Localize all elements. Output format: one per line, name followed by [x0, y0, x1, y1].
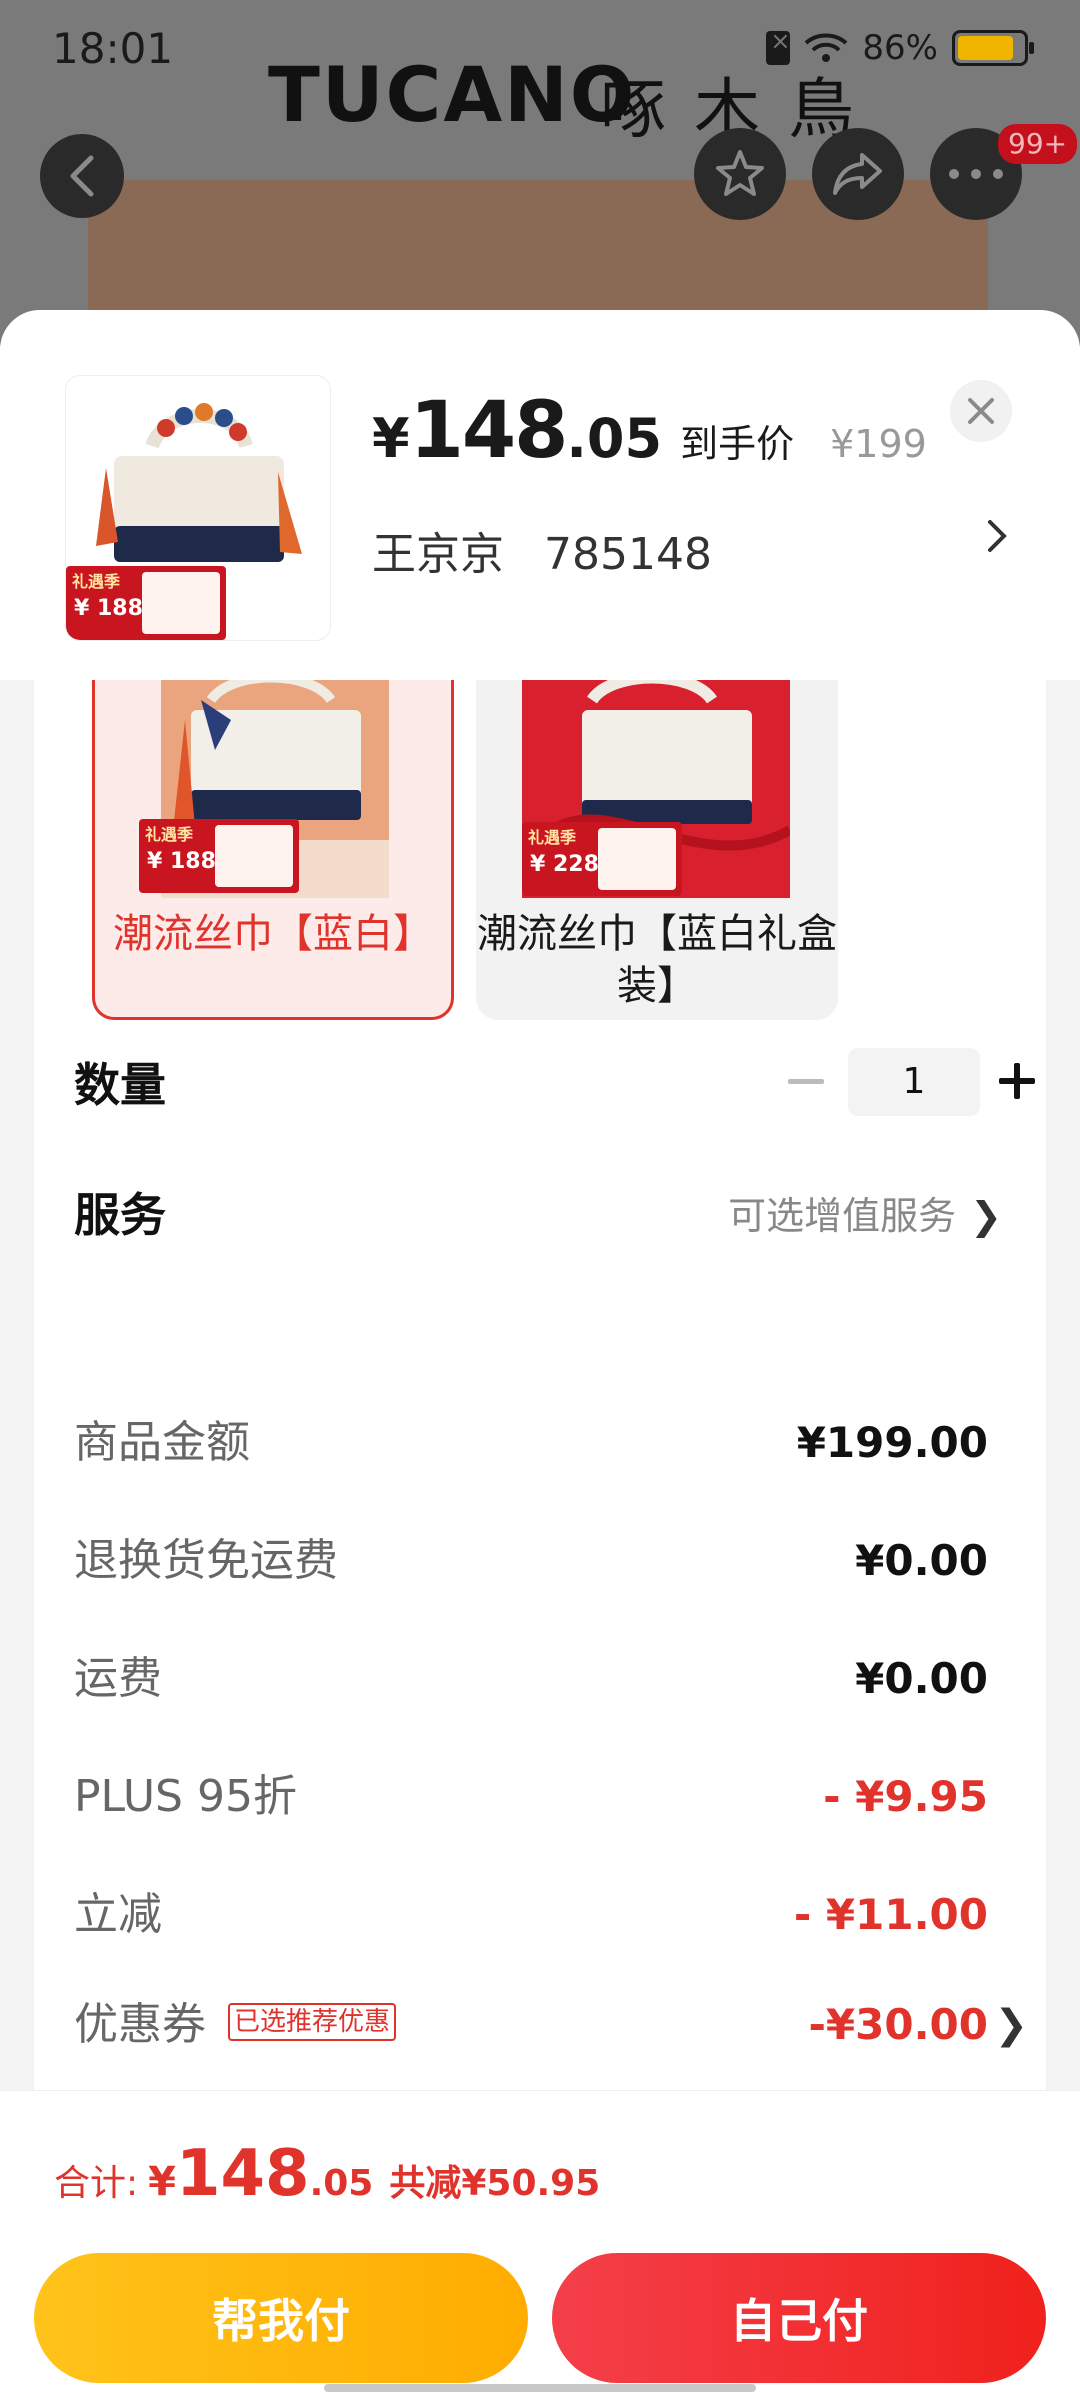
total-line: 合计: ¥ 148 .05 共减¥50.95: [54, 2137, 600, 2211]
promo-title: 礼遇季: [72, 572, 121, 591]
star-icon: [716, 150, 764, 196]
product-thumbnail[interactable]: 礼遇季 ¥ 188: [66, 376, 330, 640]
no-sim-icon: [766, 27, 791, 65]
promo-price: ¥ 188: [74, 596, 143, 621]
breakdown-value: - ¥11.00: [793, 1890, 988, 1939]
notification-badge: 99+: [998, 124, 1078, 164]
breakdown-value: ¥199.00: [796, 1418, 988, 1467]
variant-option[interactable]: 礼遇季 ¥ 228 潮流丝巾【蓝白礼盒装】: [476, 680, 838, 1020]
recipient-name: 王京京: [372, 529, 504, 580]
price-integer: 148: [409, 386, 569, 476]
wifi-icon: [805, 33, 848, 62]
breakdown-value: ¥0.00: [855, 1536, 988, 1585]
breakdown-row: 立减 - ¥11.00: [74, 1880, 988, 1950]
more-dots-icon: [949, 169, 1003, 179]
address-selector[interactable]: 王京京 785148: [372, 518, 712, 582]
minus-icon: [788, 1079, 824, 1084]
chevron-right-icon[interactable]: [986, 518, 1008, 558]
chevron-right-icon: ❯: [970, 1193, 1002, 1238]
breakdown-label: PLUS 95折: [74, 1771, 297, 1822]
promo-details: [598, 828, 676, 890]
home-indicator[interactable]: [324, 2384, 756, 2392]
share-button[interactable]: [812, 128, 904, 220]
status-bar: 18:01 86%: [0, 0, 1080, 100]
promo-title: 礼遇季: [528, 828, 577, 847]
breakdown-value: - ¥9.95: [823, 1772, 988, 1821]
coupon-value: -¥30.00: [808, 2000, 988, 2049]
address-code: 785148: [544, 529, 712, 580]
breakdown-row: 商品金额 ¥199.00: [74, 1408, 988, 1478]
breakdown-label: 商品金额: [74, 1417, 250, 1468]
pay-myself-button[interactable]: 自己付: [552, 2253, 1046, 2383]
breakdown-row: 运费 ¥0.00: [74, 1644, 988, 1714]
variant-option-selected[interactable]: 礼遇季 ¥ 188 潮流丝巾【蓝白】: [92, 680, 454, 1020]
status-icons: 86%: [766, 27, 1034, 68]
breakdown-label: 优惠券 已选推荐优惠: [74, 1990, 397, 2060]
plus-icon: [999, 1063, 1035, 1099]
share-icon: [833, 153, 882, 195]
promo-badge: 礼遇季 ¥ 188: [66, 566, 226, 640]
help-me-pay-button[interactable]: 帮我付: [34, 2253, 528, 2383]
quantity-label: 数量: [74, 1058, 166, 1112]
close-icon: [968, 398, 994, 424]
chevron-right-icon: ❯: [994, 2002, 1028, 2048]
chevron-left-icon: [70, 155, 94, 197]
breakdown-value: ¥0.00: [855, 1654, 988, 1703]
favorite-button[interactable]: [694, 128, 786, 220]
breakdown-row: PLUS 95折 - ¥9.95: [74, 1762, 988, 1832]
breakdown-label: 运费: [74, 1653, 162, 1704]
promo-badge: 礼遇季 ¥ 188: [139, 819, 299, 893]
promo-price: ¥ 228: [530, 852, 599, 877]
price-line: ¥ 148 .05 到手价 ¥199: [372, 386, 927, 476]
checkout-bar: 合计: ¥ 148 .05 共减¥50.95 帮我付 自己付: [0, 2090, 1080, 2400]
promo-title: 礼遇季: [145, 825, 194, 844]
variant-label: 潮流丝巾【蓝白礼盒装】: [477, 911, 837, 1009]
original-price: ¥199: [830, 422, 927, 466]
total-label: 合计:: [54, 2163, 139, 2204]
sheet-header: 礼遇季 ¥ 188 ¥ 148 .05 到手价 ¥199 王京京 785148: [0, 310, 1080, 680]
service-hint-text: 可选增值服务: [728, 1193, 957, 1238]
total-integer: 148: [175, 2137, 310, 2211]
price-decimal: .05: [566, 407, 663, 470]
coupon-label: 优惠券: [74, 1999, 206, 2050]
service-row[interactable]: 服务 可选增值服务 ❯: [74, 1172, 1014, 1252]
variant-label: 潮流丝巾【蓝白】: [113, 911, 433, 957]
breakdown-row: 退换货免运费 ¥0.00: [74, 1526, 988, 1596]
final-price-label: 到手价: [680, 422, 795, 466]
total-decimal: .05: [309, 2163, 374, 2204]
battery-percent: 86%: [862, 28, 938, 68]
price-symbol: ¥: [372, 407, 410, 470]
close-button[interactable]: [950, 380, 1012, 442]
quantity-input[interactable]: 1: [848, 1048, 980, 1116]
promo-details: [215, 825, 293, 887]
battery-icon: [952, 30, 1034, 66]
service-hint: 可选增值服务 ❯: [728, 1185, 1002, 1240]
quantity-row: 数量 1: [74, 1042, 1035, 1122]
back-button[interactable]: [40, 134, 124, 218]
breakdown-label: 立减: [74, 1889, 162, 1940]
decrease-quantity-button[interactable]: [782, 1058, 830, 1106]
total-savings: 共减¥50.95: [389, 2163, 601, 2204]
promo-price: ¥ 188: [147, 849, 216, 874]
status-time: 18:01: [52, 24, 174, 73]
breakdown-label: 退换货免运费: [74, 1535, 338, 1586]
total-symbol: ¥: [148, 2159, 176, 2205]
increase-quantity-button[interactable]: [992, 1056, 1042, 1106]
purchase-sheet: 礼遇季 ¥ 188 ¥ 148 .05 到手价 ¥199 王京京 785148: [0, 310, 1080, 2400]
promo-details: [142, 572, 220, 634]
service-label: 服务: [74, 1188, 166, 1242]
promo-badge: 礼遇季 ¥ 228: [522, 822, 682, 896]
coupon-row[interactable]: 优惠券 已选推荐优惠 -¥30.00 ❯: [74, 1990, 1028, 2060]
coupon-tag: 已选推荐优惠: [228, 2003, 397, 2041]
